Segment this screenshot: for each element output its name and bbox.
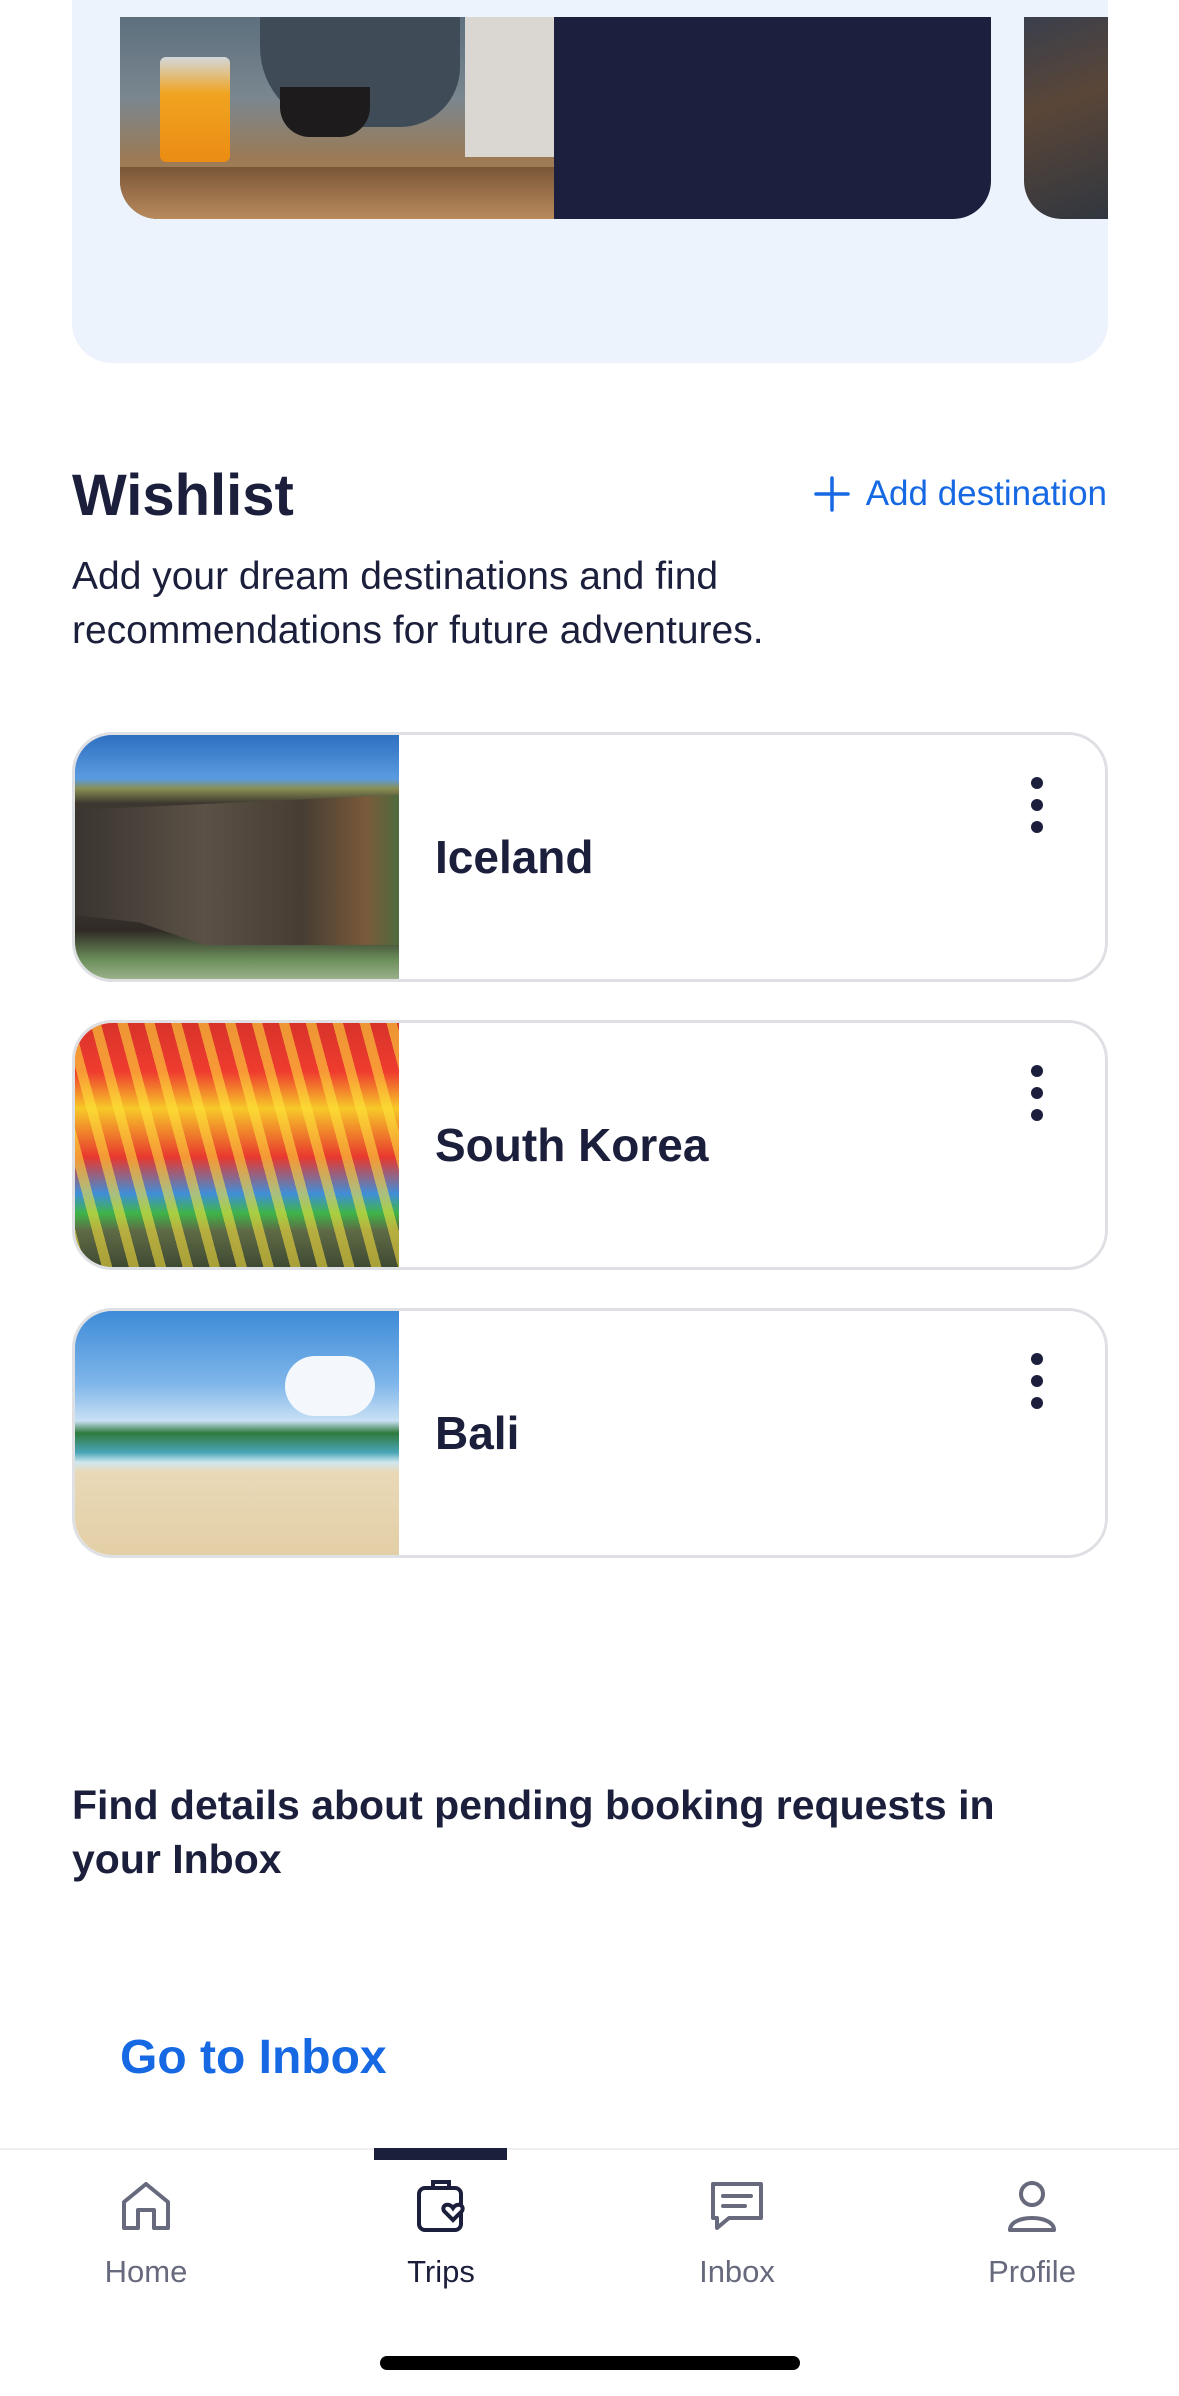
home-indicator[interactable] [380, 2356, 800, 2370]
destination-name: Iceland [435, 831, 594, 883]
promo-image[interactable] [120, 17, 991, 219]
add-destination-label: Add destination [865, 474, 1107, 513]
tab-label: Profile [988, 2254, 1076, 2289]
inbox-notice-text: Find details about pending booking reque… [72, 1782, 995, 1882]
person-icon [1008, 2181, 1056, 2232]
destination-image [75, 1311, 399, 1555]
destination-image [75, 1023, 399, 1267]
tab-label: Inbox [699, 2254, 775, 2289]
more-options-icon[interactable] [1025, 777, 1049, 833]
destination-name: Bali [435, 1407, 520, 1459]
tab-home[interactable]: Home [46, 2150, 246, 2320]
promo-image-next[interactable] [1024, 17, 1108, 219]
add-destination-button[interactable]: Add destination [812, 474, 1107, 514]
tab-label: Trips [407, 2254, 475, 2289]
go-to-inbox-link[interactable]: Go to Inbox [120, 2030, 387, 2085]
more-options-icon[interactable] [1025, 1353, 1049, 1409]
wishlist-title: Wishlist [72, 463, 294, 528]
home-icon [122, 2182, 170, 2230]
tab-label: Home [104, 2254, 188, 2289]
more-options-icon[interactable] [1025, 1065, 1049, 1121]
wishlist-card-iceland[interactable]: Iceland [72, 732, 1108, 982]
promo-photo [120, 17, 554, 219]
wishlist-description: Add your dream destinations and find rec… [72, 555, 764, 652]
tab-trips[interactable]: Trips [341, 2150, 541, 2320]
tab-profile[interactable]: Profile [932, 2150, 1132, 2320]
destination-name: South Korea [435, 1119, 709, 1171]
destination-image [75, 735, 399, 979]
tab-inbox[interactable]: Inbox [637, 2150, 837, 2320]
chat-icon [711, 2182, 763, 2230]
plus-icon [813, 476, 850, 512]
wishlist-card-south-korea[interactable]: South Korea [72, 1020, 1108, 1270]
suitcase-heart-icon [417, 2180, 465, 2232]
promo-card [72, 0, 1108, 363]
wishlist-card-bali[interactable]: Bali [72, 1308, 1108, 1558]
